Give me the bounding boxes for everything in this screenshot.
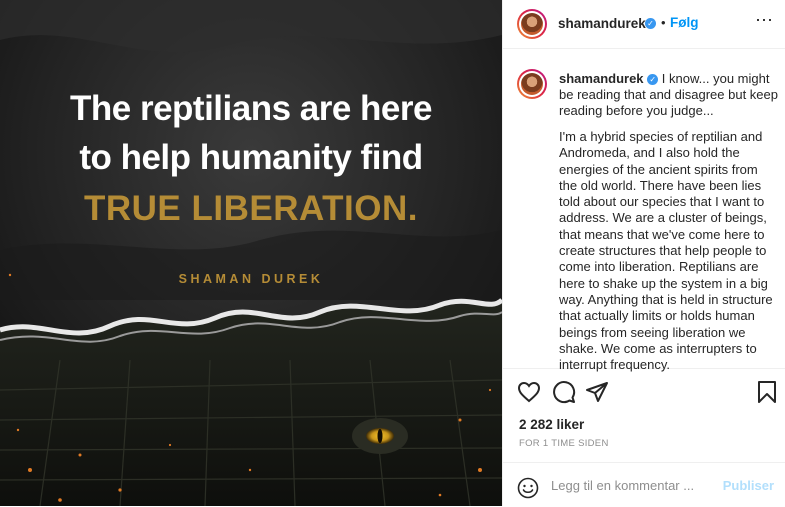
comment-icon[interactable] [552,380,576,404]
headline-line-1: The reptilians are here [70,89,432,128]
verified-badge-icon: ✓ [645,18,656,29]
instagram-post: The reptilians are here to help humanity… [0,0,785,506]
post-image[interactable]: The reptilians are here to help humanity… [0,0,502,506]
headline-line-2: to help humanity find [79,138,423,177]
share-icon[interactable] [585,380,609,404]
publish-button[interactable]: Publiser [723,478,774,493]
comment-input[interactable] [551,475,701,495]
bookmark-icon[interactable] [756,380,778,404]
header-username[interactable]: shamandurek [558,16,646,31]
caption-body: I'm a hybrid species of reptilian and An… [559,129,773,373]
post-image-background [0,0,502,506]
post-timestamp[interactable]: FOR 1 TIME SIDEN [519,438,609,449]
headline-line-3: TRUE LIBERATION. [83,189,418,228]
comment-bar: Publiser [503,462,785,507]
likes-count[interactable]: 2 282 liker [519,417,584,432]
image-byline: SHAMAN DUREK [178,272,324,286]
heart-icon[interactable] [517,380,541,404]
avatar[interactable] [517,9,547,39]
caption-section: shamandurek ✓ I know... you might be rea… [503,48,785,372]
caption-intro-block: shamandurek ✓ I know... you might be rea… [559,71,781,119]
action-bar [503,372,785,412]
separator-dot: • [661,15,666,30]
post-sidebar: shamandurek ✓ • Følg ⋯ shamandurek ✓ I k… [502,0,785,506]
more-options-icon[interactable]: ⋯ [755,10,773,31]
caption-avatar[interactable] [517,69,547,99]
post-header: shamandurek ✓ • Følg ⋯ [503,0,785,49]
caption-username[interactable]: shamandurek [559,71,644,86]
emoji-icon[interactable] [517,477,539,499]
verified-badge-icon: ✓ [647,74,659,85]
follow-button[interactable]: Følg [670,15,699,30]
